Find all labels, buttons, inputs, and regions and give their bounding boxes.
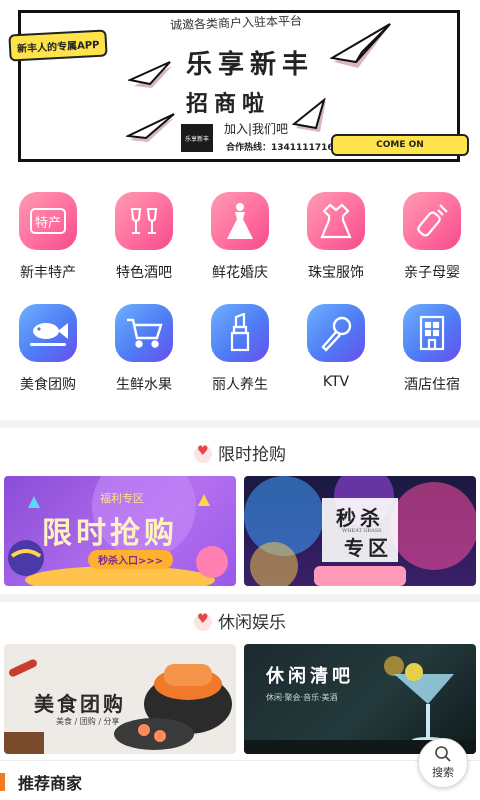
microphone-icon [307, 304, 365, 362]
category-label: 美食团购 [20, 377, 76, 393]
seckill-card[interactable]: 秒杀 专区 WHEAT GRASS [244, 476, 476, 586]
heart-icon [194, 612, 212, 631]
category-item[interactable]: KTV [288, 304, 384, 390]
fish-dish-icon [19, 304, 77, 362]
accent-bar [0, 773, 5, 791]
lipstick-icon [211, 304, 269, 362]
category-item[interactable]: 美食团购 [0, 304, 96, 394]
paper-plane-icon [330, 23, 391, 68]
section-divider [0, 594, 480, 602]
shopping-cart-icon [115, 304, 173, 362]
category-item[interactable]: 特色酒吧 [96, 192, 192, 282]
category-item[interactable]: 特产 新丰特产 [0, 192, 96, 282]
wedding-dress-icon [211, 192, 269, 250]
come-on-tag: COME ON [331, 134, 469, 156]
category-grid: 特产 新丰特产 特色酒吧 鲜花婚庆 珠宝服饰 亲子母婴 美食团购 生鲜水果 丽人… [0, 182, 480, 414]
seckill-sub: WHEAT GRASS [342, 528, 382, 534]
brand-logo: 乐享新丰 [181, 124, 213, 152]
food-groupbuy-sub: 美食 / 团购 / 分享 [56, 717, 120, 726]
category-label: 酒店住宿 [404, 377, 460, 393]
category-label: 珠宝服饰 [308, 265, 364, 281]
food-groupbuy-headline: 美食团购 [34, 692, 126, 716]
paper-plane-icon [126, 113, 175, 142]
seckill-headline-bottom: 专区 [344, 536, 392, 560]
category-item[interactable]: 珠宝服饰 [288, 192, 384, 282]
paper-plane-icon [128, 61, 172, 88]
flash-sale-title: 限时抢购 [218, 445, 286, 465]
category-label: 特色酒吧 [116, 265, 172, 281]
category-item[interactable]: 鲜花婚庆 [192, 192, 288, 282]
flash-sale-card[interactable]: 福利专区 限时抢购 秒杀入口>>> [4, 476, 236, 586]
paper-plane-icon [291, 98, 326, 132]
wine-glasses-icon [115, 192, 173, 250]
recommended-section-header: 推荐商家 [0, 760, 480, 800]
search-icon [435, 746, 451, 762]
food-groupbuy-card[interactable]: 美食团购 美食 / 团购 / 分享 [4, 644, 236, 754]
section-title-leisure: 休闲娱乐 [0, 608, 480, 633]
category-label: KTV [322, 374, 350, 390]
brand-logo-text: 乐享新丰 [184, 135, 209, 143]
recommended-title: 推荐商家 [18, 774, 83, 793]
banner-headline-2: 招商啦 [186, 91, 271, 117]
category-item[interactable]: 酒店住宿 [384, 304, 480, 394]
section-title-flash-sale: 限时抢购 [0, 440, 480, 465]
leisure-bar-headline: 休闲清吧 [266, 666, 354, 687]
search-button[interactable]: 搜索 [418, 738, 468, 788]
category-label: 鲜花婚庆 [212, 265, 268, 281]
category-item[interactable]: 丽人养生 [192, 304, 288, 394]
leisure-bar-sub: 休闲·聚会·音乐·美酒 [266, 693, 338, 702]
category-label: 生鲜水果 [116, 377, 172, 393]
heart-icon [194, 444, 212, 463]
category-item[interactable]: 生鲜水果 [96, 304, 192, 394]
app-page: 新丰人的专属APP 诚邀各类商户入驻本平台 乐享新丰 招商啦 乐享新丰 加入|我… [0, 0, 480, 800]
welfare-badge: 福利专区 [100, 492, 144, 505]
svg-text:特产: 特产 [35, 216, 61, 231]
category-label: 新丰特产 [20, 265, 76, 281]
banner-headline-1: 乐享新丰 [186, 50, 315, 80]
category-item[interactable]: 亲子母婴 [384, 192, 480, 282]
promo-banner[interactable]: 新丰人的专属APP 诚邀各类商户入驻本平台 乐享新丰 招商啦 乐享新丰 加入|我… [0, 0, 480, 178]
leisure-title: 休闲娱乐 [218, 613, 286, 633]
search-button-label: 搜索 [432, 766, 454, 779]
category-label: 丽人养生 [212, 377, 268, 393]
dress-icon [307, 192, 365, 250]
section-divider [0, 420, 480, 428]
app-tag-label: 新丰人的专属APP [8, 29, 109, 62]
flash-sale-headline: 限时抢购 [42, 516, 178, 551]
hotel-icon [403, 304, 461, 362]
baby-bottle-icon [403, 192, 461, 250]
specialty-icon: 特产 [19, 192, 77, 250]
banner-hotline: 合作热线：13411117165 [226, 143, 340, 153]
category-label: 亲子母婴 [404, 265, 460, 281]
seckill-headline-top: 秒杀 [336, 506, 384, 530]
flash-sale-entry-button[interactable]: 秒杀入口>>> [88, 550, 174, 569]
banner-join-text: 加入|我们吧 [224, 122, 289, 136]
